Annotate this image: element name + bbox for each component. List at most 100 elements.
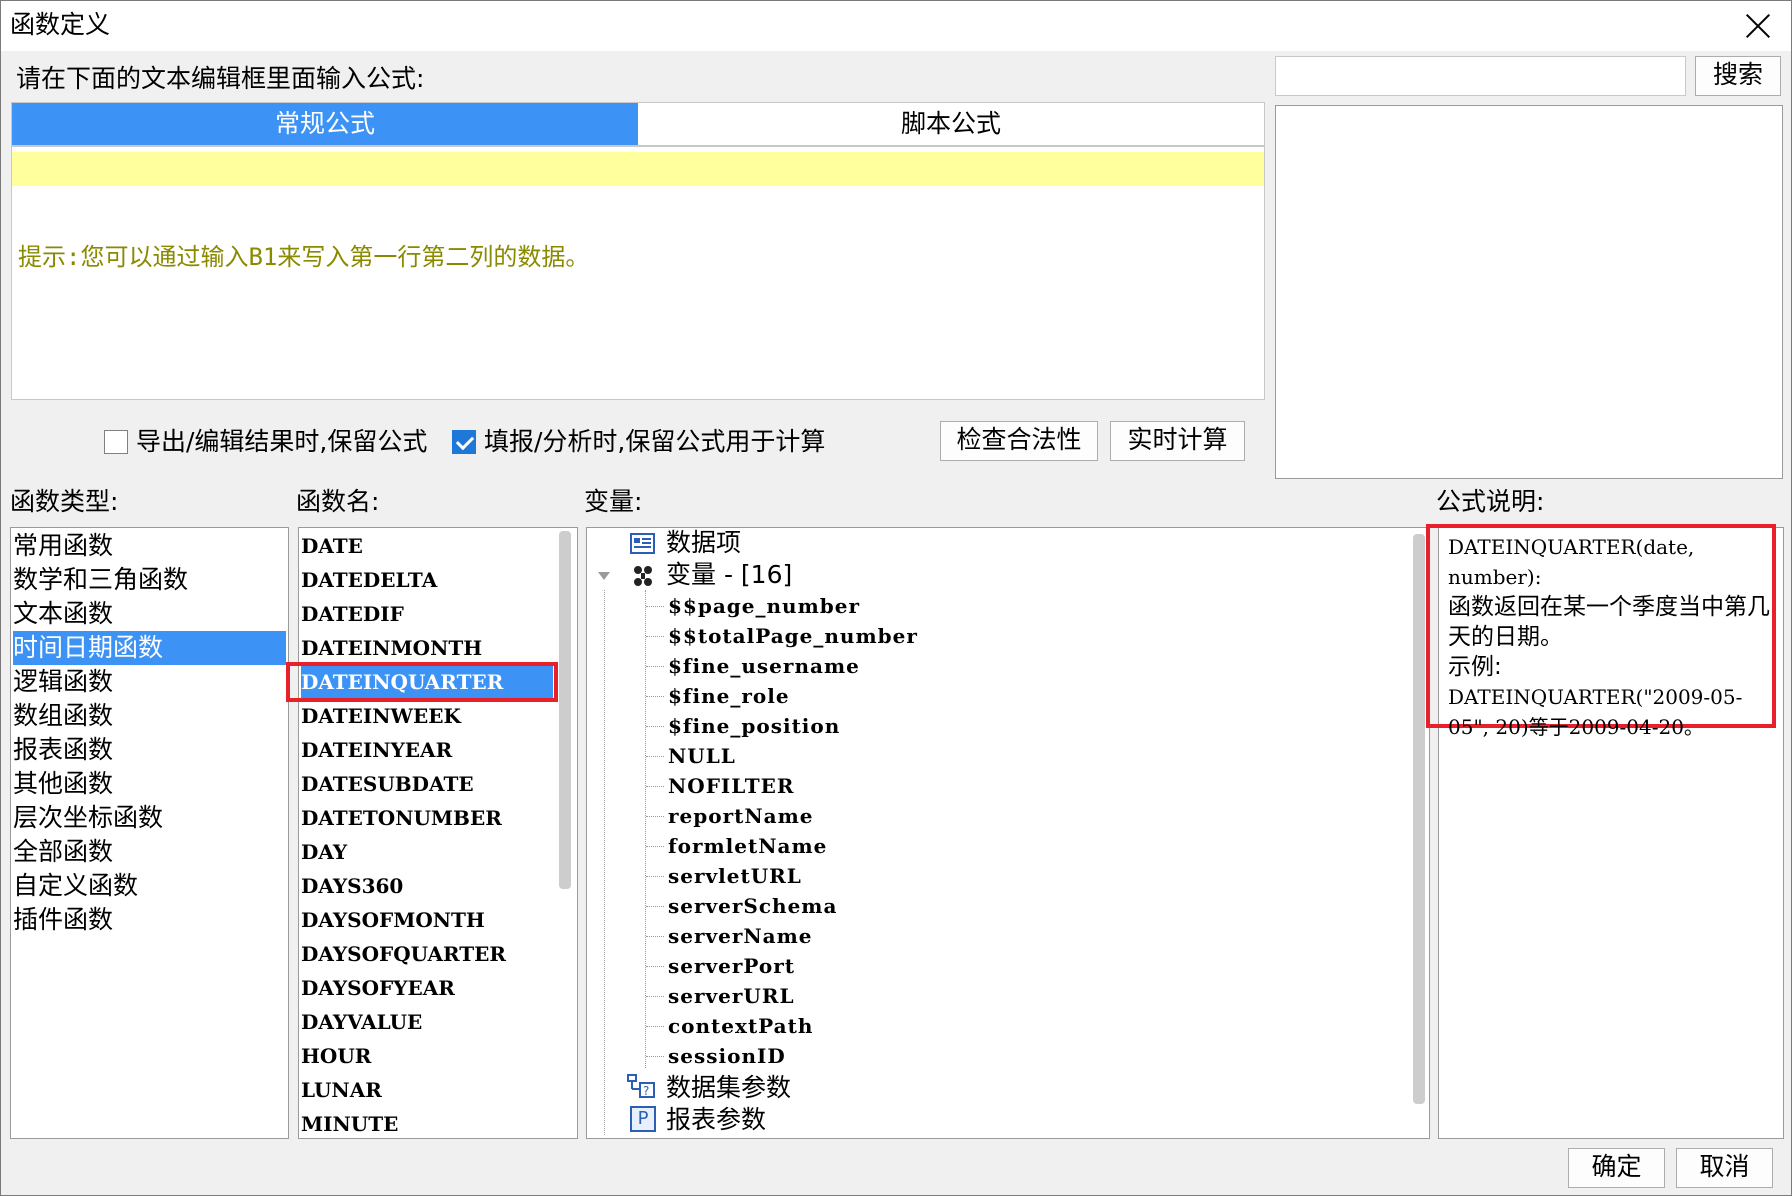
function-type-item[interactable]: 插件函数 [13, 903, 113, 937]
realtime-calc-button[interactable]: 实时计算 [1110, 421, 1245, 461]
description-label: 公式说明: [1436, 487, 1545, 516]
check-validity-button[interactable]: 检查合法性 [940, 421, 1098, 461]
function-name-item[interactable]: MINUTE [301, 1107, 553, 1138]
tree-connector [646, 636, 664, 637]
keep-formula-fill-label: 填报/分析时,保留公式用于计算 [484, 427, 826, 456]
function-name-item[interactable]: DAYSOFYEAR [301, 971, 553, 1005]
function-type-item[interactable]: 全部函数 [13, 835, 113, 869]
function-name-item[interactable]: DAYVALUE [301, 1005, 553, 1039]
function-name-item[interactable]: DAY [301, 835, 553, 869]
variable-item[interactable]: serverName [668, 921, 813, 951]
variables-node-icon [634, 566, 652, 586]
function-type-item[interactable]: 数组函数 [13, 699, 113, 733]
tree-connector [646, 966, 664, 967]
function-name-item[interactable]: DAYS360 [301, 869, 553, 903]
dataset-params-icon: ? [627, 1074, 655, 1098]
description-signature: DATEINQUARTER(date, number): [1448, 535, 1695, 589]
tree-connector [646, 726, 664, 727]
function-name-item[interactable]: DATEINYEAR [301, 733, 553, 767]
tab-regular-formula[interactable]: 常规公式 [12, 103, 638, 145]
tree-connector [646, 996, 664, 997]
ok-button[interactable]: 确定 [1568, 1148, 1665, 1188]
variable-item[interactable]: servletURL [668, 861, 802, 891]
function-name-item[interactable]: DATEINWEEK [301, 699, 553, 733]
variable-item[interactable]: $fine_username [668, 651, 860, 681]
function-type-item-selected[interactable]: 时间日期函数 [13, 631, 286, 665]
variable-item[interactable]: reportName [668, 801, 814, 831]
variable-item[interactable]: serverPort [668, 951, 795, 981]
function-types-label: 函数类型: [10, 487, 119, 516]
editor-prompt-label: 请在下面的文本编辑框里面输入公式: [16, 64, 425, 93]
function-name-item[interactable]: DATEDELTA [301, 563, 553, 597]
selection-highlight-box [286, 662, 558, 702]
function-type-item[interactable]: 文本函数 [13, 597, 113, 631]
data-items-icon [630, 533, 655, 554]
function-name-item[interactable]: LUNAR [301, 1073, 553, 1107]
function-name-item[interactable]: DATE [301, 529, 553, 563]
tree-connector [646, 786, 664, 787]
keep-formula-fill-checkbox[interactable] [452, 430, 476, 454]
collapse-arrow-icon[interactable] [596, 570, 612, 582]
function-name-item[interactable]: HOUR [301, 1039, 553, 1073]
dataset-params-node[interactable]: 数据集参数 [666, 1073, 791, 1103]
tab-script-formula[interactable]: 脚本公式 [638, 103, 1264, 145]
variable-item[interactable]: $fine_position [668, 711, 840, 741]
title-bar [1, 1, 1791, 51]
function-name-item[interactable]: DATESUBDATE [301, 767, 553, 801]
variable-item[interactable]: contextPath [668, 1011, 813, 1041]
data-items-node[interactable]: 数据项 [666, 528, 741, 558]
function-type-item[interactable]: 数学和三角函数 [13, 563, 188, 597]
tree-connector [646, 936, 664, 937]
function-type-item[interactable]: 层次坐标函数 [13, 801, 163, 835]
function-type-item[interactable]: 常用函数 [13, 529, 113, 563]
tree-connector [646, 606, 664, 607]
window-title: 函数定义 [10, 10, 111, 39]
tree-connector [646, 1056, 664, 1057]
variable-item[interactable]: formletName [668, 831, 827, 861]
function-names-list: DATE DATEDELTA DATEDIF DATEINMONTH DATEI… [298, 527, 578, 1139]
tree-connector [646, 666, 664, 667]
tree-connector [646, 696, 664, 697]
function-name-item[interactable]: DATEINMONTH [301, 631, 553, 665]
variable-item[interactable]: $$totalPage_number [668, 621, 918, 651]
function-type-item[interactable]: 自定义函数 [13, 869, 138, 903]
variables-scrollbar[interactable] [1413, 534, 1425, 1104]
current-line-highlight [12, 152, 1264, 186]
function-types-list: 常用函数 数学和三角函数 文本函数 时间日期函数 逻辑函数 数组函数 报表函数 … [10, 527, 289, 1139]
svg-text:?: ? [643, 1084, 649, 1098]
variable-item[interactable]: NULL [668, 741, 736, 771]
cancel-button[interactable]: 取消 [1676, 1148, 1773, 1188]
description-example: DATEINQUARTER("2009-05-05", 20)等于2009-04… [1448, 685, 1743, 739]
tree-connector [646, 876, 664, 877]
variable-item[interactable]: NOFILTER [668, 771, 794, 801]
report-params-icon: P [630, 1106, 656, 1132]
variables-node[interactable]: 变量 - [16] [666, 560, 792, 590]
description-example-label: 示例: [1448, 654, 1502, 680]
keep-formula-export-label: 导出/编辑结果时,保留公式 [136, 427, 428, 456]
function-name-item[interactable]: DAYSOFMONTH [301, 903, 553, 937]
variable-item[interactable]: sessionID [668, 1041, 786, 1071]
variable-item[interactable]: serverSchema [668, 891, 837, 921]
search-input[interactable] [1275, 56, 1686, 96]
variables-label: 变量: [584, 487, 643, 516]
function-name-item[interactable]: DATEDIF [301, 597, 553, 631]
function-names-scrollbar[interactable] [559, 531, 571, 889]
tree-connector [646, 846, 664, 847]
search-results-panel [1275, 105, 1783, 479]
keep-formula-export-checkbox[interactable] [104, 430, 128, 454]
function-name-item[interactable]: DAYSOFQUARTER [301, 937, 553, 971]
search-button[interactable]: 搜索 [1695, 56, 1781, 96]
tree-connector [646, 756, 664, 757]
function-type-item[interactable]: 报表函数 [13, 733, 113, 767]
function-type-item[interactable]: 逻辑函数 [13, 665, 113, 699]
variable-item[interactable]: serverURL [668, 981, 795, 1011]
variable-item[interactable]: $$page_number [668, 591, 860, 621]
close-icon[interactable] [1738, 6, 1778, 46]
variable-item[interactable]: $fine_role [668, 681, 790, 711]
function-type-item[interactable]: 其他函数 [13, 767, 113, 801]
function-name-item[interactable]: DATETONUMBER [301, 801, 553, 835]
tree-connector [646, 1026, 664, 1027]
description-text: 函数返回在某一个季度当中第几天的日期。 [1448, 594, 1770, 650]
tree-connector [646, 816, 664, 817]
report-params-node[interactable]: 报表参数 [666, 1105, 766, 1135]
